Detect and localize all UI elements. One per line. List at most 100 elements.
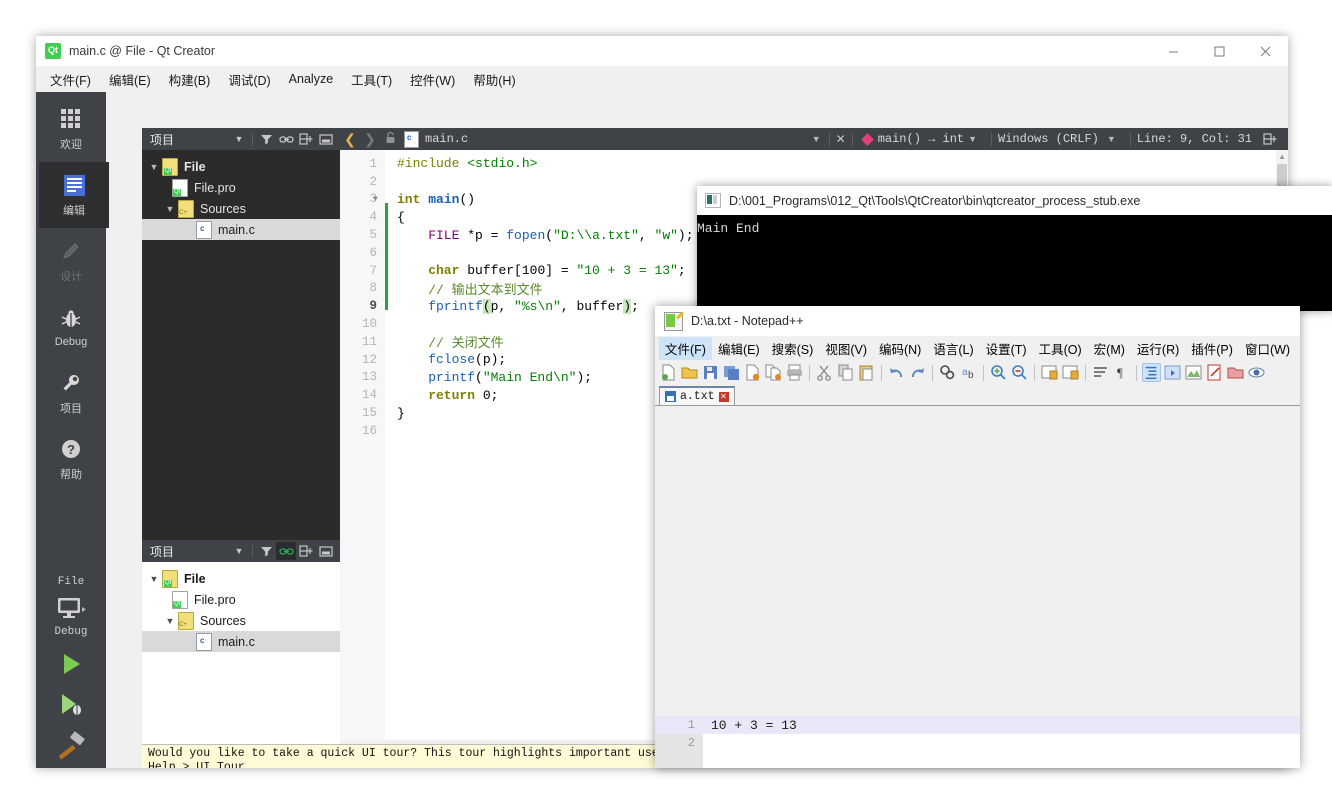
menu-build[interactable]: 构建(B) (169, 70, 211, 89)
npp-menu-file[interactable]: 文件(F) (659, 336, 712, 360)
split-icon[interactable] (1260, 130, 1280, 148)
minimize-button[interactable] (1150, 36, 1196, 66)
unlocked-icon[interactable] (380, 131, 400, 147)
ui-goto-icon[interactable] (1163, 363, 1182, 382)
chevron-down-icon[interactable]: ▼ (968, 134, 977, 144)
menu-help[interactable]: 帮助(H) (473, 70, 515, 89)
npp-menu-settings[interactable]: 设置(T) (980, 337, 1033, 360)
zoom-in-icon[interactable] (989, 363, 1008, 382)
line-ending-selector[interactable]: Windows (CRLF) (998, 132, 1099, 146)
mode-help[interactable]: ? 帮助 (36, 426, 106, 492)
npp-menu-tools[interactable]: 工具(O) (1033, 337, 1088, 360)
function-list-icon[interactable] (1205, 363, 1224, 382)
filter-icon[interactable] (256, 130, 276, 148)
save-disk-icon (665, 391, 676, 402)
chevron-left-icon[interactable]: ❮ (340, 131, 360, 148)
close-icon[interactable]: ✕ (836, 132, 846, 146)
maximize-button[interactable] (1196, 36, 1242, 66)
folder-as-workspace-icon[interactable] (1226, 363, 1245, 382)
menu-edit[interactable]: 编辑(E) (109, 70, 151, 89)
npp-menu-macro[interactable]: 宏(M) (1088, 337, 1131, 360)
editor-tab-main-c[interactable]: main.c (404, 130, 468, 148)
tree-item-main-c[interactable]: main.c (142, 219, 340, 240)
chevron-down-icon[interactable]: ▼ (812, 134, 821, 144)
replace-icon[interactable]: ab (959, 363, 978, 382)
chevron-down-icon[interactable]: ▼ (229, 130, 249, 148)
find-icon[interactable] (938, 363, 957, 382)
chevron-down-icon[interactable]: ▼ (162, 616, 178, 626)
chevron-down-icon[interactable]: ▼ (146, 574, 162, 584)
debug-run-button[interactable] (36, 684, 106, 724)
close-tab-icon[interactable]: ✕ (718, 391, 729, 402)
mode-welcome[interactable]: 欢迎 (36, 96, 106, 162)
menu-widgets[interactable]: 控件(W) (410, 70, 455, 89)
tree-item-main-c[interactable]: main.c (142, 631, 340, 652)
run-button[interactable] (36, 644, 106, 684)
close-file-icon[interactable] (743, 363, 762, 382)
chevron-down-icon[interactable]: ▼ (146, 162, 162, 172)
npp-menu-encoding[interactable]: 编码(N) (873, 337, 927, 360)
tree-item-file-pro[interactable]: File.pro (142, 589, 340, 610)
npp-menu-edit[interactable]: 编辑(E) (712, 337, 766, 360)
save-icon[interactable] (701, 363, 720, 382)
monitoring-icon[interactable] (1247, 363, 1266, 382)
npp-menu-window[interactable]: 窗口(W) (1239, 337, 1296, 360)
tree-item-file-project[interactable]: ▼ File (142, 156, 340, 177)
split-icon[interactable] (296, 130, 316, 148)
minimize-panel-icon[interactable] (316, 130, 336, 148)
document-map-icon[interactable] (1184, 363, 1203, 382)
show-all-chars-icon[interactable]: ¶ (1112, 363, 1131, 382)
link-icon[interactable] (276, 130, 296, 148)
cursor-position-indicator[interactable]: Line: 9, Col: 31 (1137, 132, 1252, 146)
close-button[interactable] (1242, 36, 1288, 66)
menu-analyze[interactable]: Analyze (289, 72, 333, 86)
build-button[interactable] (36, 724, 106, 768)
scroll-up-icon[interactable]: ▲ (1278, 152, 1286, 161)
word-wrap-icon[interactable] (1091, 363, 1110, 382)
sync-vertical-icon[interactable] (1040, 363, 1059, 382)
redo-icon[interactable] (908, 363, 927, 382)
zoom-out-icon[interactable] (1010, 363, 1029, 382)
minimize-panel-icon[interactable] (316, 542, 336, 560)
undo-icon[interactable] (887, 363, 906, 382)
indent-guide-icon[interactable] (1142, 363, 1161, 382)
pro-file-icon (172, 590, 188, 609)
symbol-selector[interactable]: main() → int (878, 132, 964, 146)
chevron-down-icon[interactable]: ▼ (229, 542, 249, 560)
menu-debug[interactable]: 调试(D) (228, 70, 270, 89)
tree-item-file-pro[interactable]: File.pro (142, 177, 340, 198)
mode-debug[interactable]: Debug (36, 294, 106, 360)
tree-item-sources[interactable]: ▼ Sources (142, 198, 340, 219)
open-file-icon[interactable] (680, 363, 699, 382)
split-icon[interactable] (296, 542, 316, 560)
mode-edit[interactable]: 编辑 (36, 162, 109, 228)
npp-menu-view[interactable]: 视图(V) (819, 337, 873, 360)
mode-projects[interactable]: 项目 (36, 360, 106, 426)
print-icon[interactable] (785, 363, 804, 382)
cut-icon[interactable] (815, 363, 834, 382)
npp-menu-language[interactable]: 语言(L) (927, 337, 979, 360)
notepad-tab-a-txt[interactable]: a.txt ✕ (659, 386, 735, 405)
new-file-icon[interactable] (659, 363, 678, 382)
menu-tools[interactable]: 工具(T) (351, 70, 392, 89)
tree-item-file-project[interactable]: ▼ File (142, 568, 340, 589)
chevron-down-icon[interactable]: ▼ (162, 204, 178, 214)
menu-file[interactable]: 文件(F) (50, 70, 91, 89)
filter-icon[interactable] (256, 542, 276, 560)
npp-menu-plugins[interactable]: 插件(P) (1185, 337, 1239, 360)
sync-horizontal-icon[interactable] (1061, 363, 1080, 382)
copy-icon[interactable] (836, 363, 855, 382)
paste-icon[interactable] (857, 363, 876, 382)
chevron-down-icon[interactable]: ▼ (1107, 134, 1116, 144)
save-all-icon[interactable] (722, 363, 741, 382)
notepad-editor[interactable]: 1 10 + 3 = 13 2 (655, 716, 1300, 768)
mode-design[interactable]: 设计 (36, 228, 106, 294)
npp-menu-run[interactable]: 运行(R) (1131, 337, 1185, 360)
kit-selector[interactable] (36, 592, 106, 626)
npp-menu-search[interactable]: 搜索(S) (766, 337, 820, 360)
chevron-right-icon[interactable]: ❯ (360, 131, 380, 148)
tree-item-sources[interactable]: ▼ Sources (142, 610, 340, 631)
close-all-icon[interactable] (764, 363, 783, 382)
fold-marker-icon[interactable]: ▼ (373, 195, 378, 204)
link-icon[interactable] (276, 542, 296, 560)
